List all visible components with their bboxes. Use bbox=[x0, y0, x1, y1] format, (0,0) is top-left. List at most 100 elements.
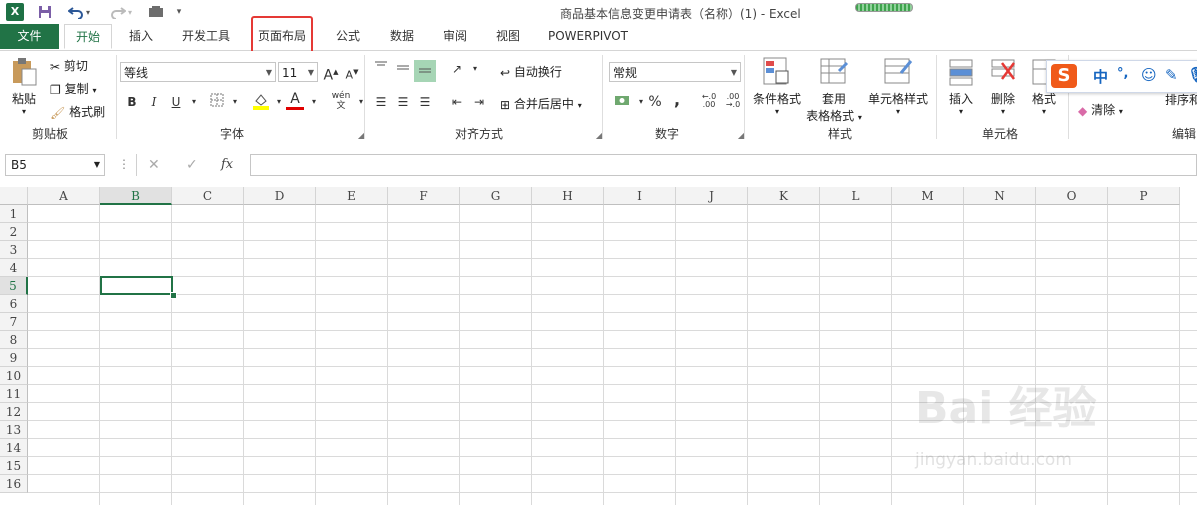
insert-cells-button[interactable]: 插入 ▾ bbox=[942, 57, 980, 116]
italic-button[interactable]: I bbox=[145, 93, 163, 111]
name-box[interactable]: B5 ▼ bbox=[5, 154, 105, 176]
align-left-icon[interactable]: ☰ bbox=[372, 93, 390, 111]
row-header-2[interactable]: 2 bbox=[0, 223, 28, 241]
row-header-5[interactable]: 5 bbox=[0, 277, 28, 295]
cancel-icon[interactable]: ✕ bbox=[148, 157, 160, 173]
column-header-i[interactable]: I bbox=[604, 187, 676, 205]
underline-button[interactable]: U bbox=[167, 93, 185, 111]
row-header-8[interactable]: 8 bbox=[0, 331, 28, 349]
wrap-text-button[interactable]: ↩ 自动换行 bbox=[500, 63, 562, 80]
font-size-combo[interactable]: 11 ▼ bbox=[278, 62, 318, 82]
increase-decimal-icon[interactable]: ←.0.00 bbox=[698, 93, 720, 111]
row-header-1[interactable]: 1 bbox=[0, 205, 28, 223]
cell-styles-button[interactable]: 单元格样式 ▾ bbox=[866, 57, 930, 116]
column-header-n[interactable]: N bbox=[964, 187, 1036, 205]
chevron-down-icon[interactable]: ▾ bbox=[305, 93, 323, 111]
bold-button[interactable]: B bbox=[123, 93, 141, 111]
column-header-g[interactable]: G bbox=[460, 187, 532, 205]
more-icon[interactable]: ⋮ bbox=[118, 157, 130, 171]
increase-indent-icon[interactable]: ⇥ bbox=[470, 93, 488, 111]
pen-icon[interactable]: ✎ bbox=[1165, 66, 1178, 84]
column-header-a[interactable]: A bbox=[28, 187, 100, 205]
font-name-combo[interactable]: 等线 ▼ bbox=[120, 62, 276, 82]
paste-button[interactable]: 粘贴 ▾ bbox=[8, 57, 40, 119]
microphone-icon[interactable]: 🎙 bbox=[1187, 66, 1197, 84]
conditional-format-button[interactable]: 条件格式 ▾ bbox=[750, 57, 804, 116]
column-header-o[interactable]: O bbox=[1036, 187, 1108, 205]
tab-file[interactable]: 文件 bbox=[0, 24, 59, 49]
delete-cells-button[interactable]: 删除 ▾ bbox=[984, 57, 1022, 116]
chevron-down-icon[interactable]: ▾ bbox=[466, 60, 484, 78]
tab-view[interactable]: 视图 bbox=[486, 24, 530, 49]
row-header-10[interactable]: 10 bbox=[0, 367, 28, 385]
column-header-k[interactable]: K bbox=[748, 187, 820, 205]
column-header-l[interactable]: L bbox=[820, 187, 892, 205]
tab-review[interactable]: 审阅 bbox=[433, 24, 477, 49]
column-header-h[interactable]: H bbox=[532, 187, 604, 205]
row-header-15[interactable]: 15 bbox=[0, 457, 28, 475]
phonetic-button[interactable]: wén 文 bbox=[330, 91, 352, 111]
row-header-16[interactable]: 16 bbox=[0, 475, 28, 493]
formula-input[interactable] bbox=[250, 154, 1197, 176]
row-header-6[interactable]: 6 bbox=[0, 295, 28, 313]
column-header-f[interactable]: F bbox=[388, 187, 460, 205]
tab-powerpivot[interactable]: POWERPIVOT bbox=[540, 24, 636, 49]
align-center-icon[interactable]: ☰ bbox=[394, 93, 412, 111]
format-painter-button[interactable]: 🖌 格式刷 bbox=[50, 103, 105, 120]
align-bottom-icon[interactable] bbox=[414, 60, 436, 82]
font-color-button[interactable]: A bbox=[286, 91, 304, 110]
sogou-logo-icon[interactable]: S bbox=[1051, 64, 1077, 88]
row-header-9[interactable]: 9 bbox=[0, 349, 28, 367]
sort-filter-button[interactable]: 排序和 bbox=[1165, 91, 1197, 108]
row-header-14[interactable]: 14 bbox=[0, 439, 28, 457]
decrease-indent-icon[interactable]: ⇤ bbox=[448, 93, 466, 111]
column-header-e[interactable]: E bbox=[316, 187, 388, 205]
copy-button[interactable]: ❐ 复制 ▾ bbox=[50, 80, 96, 97]
cut-button[interactable]: ✂ 剪切 bbox=[50, 57, 88, 74]
borders-icon[interactable] bbox=[208, 93, 226, 111]
select-all-corner[interactable] bbox=[0, 187, 28, 205]
active-cell[interactable] bbox=[100, 276, 173, 295]
row-header-11[interactable]: 11 bbox=[0, 385, 28, 403]
column-header-j[interactable]: J bbox=[676, 187, 748, 205]
grow-font-button[interactable]: A▲ bbox=[322, 63, 340, 84]
save-icon[interactable] bbox=[36, 3, 54, 21]
number-format-combo[interactable]: 常规 ▼ bbox=[609, 62, 741, 82]
fill-color-icon[interactable] bbox=[252, 92, 270, 110]
insert-function-icon[interactable]: fx bbox=[221, 157, 233, 172]
comma-button[interactable]: , bbox=[668, 91, 686, 109]
chevron-down-icon[interactable]: ▾ bbox=[226, 93, 244, 111]
smiley-icon[interactable]: ☺ bbox=[1141, 66, 1157, 84]
align-top-icon[interactable] bbox=[372, 60, 390, 78]
undo-icon[interactable]: ▾ bbox=[64, 3, 94, 21]
align-right-icon[interactable]: ☰ bbox=[416, 93, 434, 111]
column-header-d[interactable]: D bbox=[244, 187, 316, 205]
clear-button[interactable]: ◆ 清除 ▾ bbox=[1078, 101, 1123, 118]
redo-icon[interactable]: ▾ bbox=[106, 3, 136, 21]
row-header-13[interactable]: 13 bbox=[0, 421, 28, 439]
column-header-p[interactable]: P bbox=[1108, 187, 1180, 205]
row-header-7[interactable]: 7 bbox=[0, 313, 28, 331]
row-header-12[interactable]: 12 bbox=[0, 403, 28, 421]
row-header-4[interactable]: 4 bbox=[0, 259, 28, 277]
percent-button[interactable]: % bbox=[646, 93, 664, 111]
tab-home[interactable]: 开始 bbox=[64, 24, 112, 49]
shrink-font-button[interactable]: A▼ bbox=[343, 63, 361, 82]
row-header-3[interactable]: 3 bbox=[0, 241, 28, 259]
column-header-m[interactable]: M bbox=[892, 187, 964, 205]
decrease-decimal-icon[interactable]: .00 →.0 bbox=[722, 93, 744, 111]
tab-developer[interactable]: 开发工具 bbox=[172, 24, 240, 49]
customize-toolbar-icon[interactable]: ▾ bbox=[172, 3, 186, 21]
align-middle-icon[interactable] bbox=[394, 60, 412, 78]
column-header-c[interactable]: C bbox=[172, 187, 244, 205]
tab-formulas[interactable]: 公式 bbox=[326, 24, 370, 49]
tab-insert[interactable]: 插入 bbox=[118, 24, 164, 49]
ime-punctuation-toggle[interactable]: °, bbox=[1117, 66, 1128, 81]
touch-mode-icon[interactable] bbox=[145, 3, 167, 21]
column-header-b[interactable]: B bbox=[100, 187, 172, 205]
chevron-down-icon[interactable]: ▾ bbox=[185, 93, 203, 111]
merge-center-button[interactable]: ⊞ 合并后居中 ▾ bbox=[500, 95, 582, 112]
fill-handle[interactable] bbox=[170, 292, 177, 299]
enter-icon[interactable]: ✓ bbox=[186, 157, 198, 173]
tab-data[interactable]: 数据 bbox=[380, 24, 424, 49]
